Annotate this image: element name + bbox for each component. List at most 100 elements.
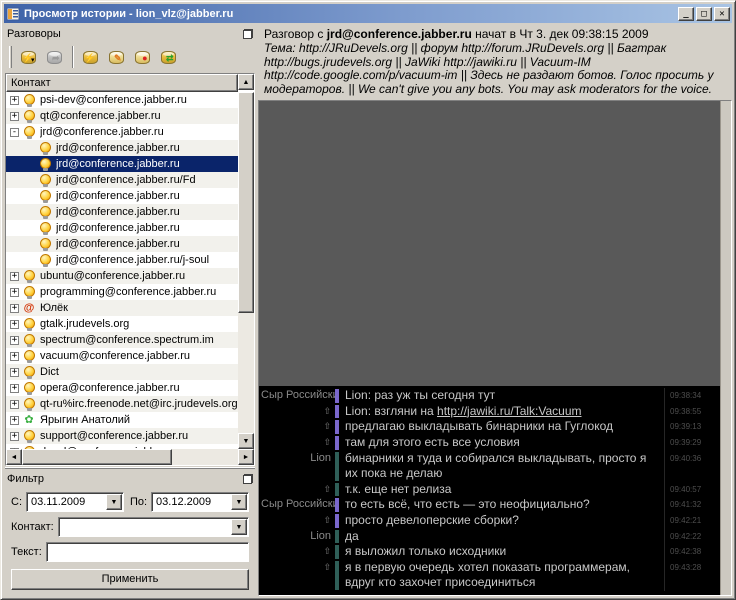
tree-row[interactable]: jrd@conference.jabber.ru	[6, 140, 238, 156]
expander-icon[interactable]: +	[10, 272, 19, 281]
expander-icon[interactable]: +	[10, 336, 19, 345]
tree-row[interactable]: + ✿ Ярыгин Анатолий	[6, 412, 238, 428]
message-nick: ⇧	[259, 435, 335, 451]
date-from-combobox[interactable]: 03.11.2009 ▼	[26, 492, 124, 512]
expander-icon[interactable]: -	[10, 128, 19, 137]
scrollbar-thumb[interactable]	[22, 449, 172, 465]
tree-row[interactable]: jrd@conference.jabber.ru	[6, 236, 238, 252]
message-timestamp: 09:42:22	[664, 529, 720, 545]
toolbar-separator	[72, 46, 74, 68]
tree-row[interactable]: + vacuum@conference.jabber.ru	[6, 348, 238, 364]
bulb-icon	[23, 430, 35, 443]
scroll-up-button[interactable]: ▲	[238, 74, 254, 90]
contact-filter-combobox[interactable]: ▼	[58, 517, 249, 537]
save-history-button-disabled[interactable]: ➦	[42, 45, 66, 69]
scrollbar-thumb[interactable]	[238, 92, 254, 313]
expander-icon[interactable]: +	[10, 368, 19, 377]
titlebar[interactable]: Просмотр истории - lion_vlz@jabber.ru _ …	[4, 4, 732, 23]
message-text: Lion: взгляни на http://jawiki.ru/Talk:V…	[339, 404, 664, 420]
tree-row[interactable]: jrd@conference.jabber.ru	[6, 204, 238, 220]
remove-history-button[interactable]: ●	[130, 45, 154, 69]
tree-row[interactable]: + spectrum@conference.spectrum.im	[6, 332, 238, 348]
tree-vertical-scrollbar[interactable]: ▼	[238, 92, 254, 449]
date-to-label: По:	[130, 496, 147, 508]
tree-row[interactable]: + gtalk.jrudevels.org	[6, 316, 238, 332]
message-text: там для этого есть все условия	[339, 435, 664, 451]
tree-row[interactable]: jrd@conference.jabber.ru	[6, 220, 238, 236]
expander-icon[interactable]: +	[10, 96, 19, 105]
scroll-left-button[interactable]: ◄	[6, 449, 22, 465]
continuation-icon: ⇧	[323, 437, 331, 447]
chevron-down-icon[interactable]: ▼	[106, 494, 122, 510]
message-nick: ⇧	[259, 513, 335, 529]
load-history-menu-button[interactable]: ⚡▾	[16, 45, 40, 69]
expander-icon[interactable]: +	[10, 112, 19, 121]
message-row: ⇧ т.к. еще нет релиза 09:40:57	[259, 482, 720, 498]
tree-column-header-contact[interactable]: Контакт	[6, 74, 238, 92]
tree-row[interactable]: jrd@conference.jabber.ru	[6, 156, 238, 172]
message-timestamp: 09:38:34	[664, 388, 720, 404]
expander-icon[interactable]: +	[10, 400, 19, 409]
expander-icon[interactable]: +	[10, 416, 19, 425]
minimize-button[interactable]: _	[678, 7, 694, 21]
scroll-right-button[interactable]: ►	[238, 449, 254, 465]
tree-row[interactable]: - jrd@conference.jabber.ru	[6, 124, 238, 140]
tree-row[interactable]: jrd@conference.jabber.ru/Fd	[6, 172, 238, 188]
float-panel-icon[interactable]	[243, 29, 253, 39]
window-title: Просмотр истории - lion_vlz@jabber.ru	[24, 8, 678, 20]
message-timestamp: 09:40:57	[664, 482, 720, 498]
tree-row[interactable]: + qt-ru%irc.freenode.net@irc.jrudevels.o…	[6, 396, 238, 412]
filter-panel: Фильтр С: 03.11.2009 ▼ По: 03.12.2009 ▼	[5, 468, 255, 596]
expander-icon[interactable]: +	[10, 384, 19, 393]
expander-icon[interactable]: +	[10, 304, 19, 313]
chat-history-view: Сыр Российский Lion: раз уж ты сегодня т…	[258, 100, 732, 596]
chat-vertical-scrollbar[interactable]	[720, 101, 731, 595]
text-filter-input[interactable]	[46, 542, 249, 562]
close-button[interactable]: ✕	[714, 7, 730, 21]
chevron-down-icon[interactable]: ▼	[231, 494, 247, 510]
tree-row[interactable]: + qt@conference.jabber.ru	[6, 108, 238, 124]
edit-history-button[interactable]: ✎	[104, 45, 128, 69]
expander-icon[interactable]: +	[10, 432, 19, 441]
tree-row[interactable]: + opera@conference.jabber.ru	[6, 380, 238, 396]
reload-history-button[interactable]: ⇄	[156, 45, 180, 69]
date-to-combobox[interactable]: 03.12.2009 ▼	[151, 492, 249, 512]
tree-row-label: jrd@conference.jabber.ru	[56, 222, 180, 234]
message-link[interactable]: http://jawiki.ru/Talk:Vacuum	[437, 404, 582, 418]
tree-row[interactable]: jrd@conference.jabber.ru	[6, 188, 238, 204]
bulb-icon	[23, 318, 35, 331]
tree-row[interactable]: + ubuntu@conference.jabber.ru	[6, 268, 238, 284]
left-sidebar: Разговоры ⚡▾ ➦ ⚡ ✎ ● ⇄ Контакт ▲	[4, 24, 257, 596]
message-nick: ⇧	[259, 419, 335, 435]
tree-row[interactable]: + @ Юлёк	[6, 300, 238, 316]
conversations-panel-header: Разговоры	[5, 24, 255, 42]
expander-icon[interactable]: +	[10, 320, 19, 329]
tree-row[interactable]: + support@conference.jabber.ru	[6, 428, 238, 444]
load-history-icon: ⚡	[83, 51, 98, 64]
filter-panel-header: Фильтр	[5, 469, 255, 487]
toolbar-drag-handle[interactable]	[9, 46, 12, 68]
message-row: ⇧ я выложил только исходники 09:42:38	[259, 544, 720, 560]
message-nick: Lion	[259, 451, 335, 482]
apply-button[interactable]: Применить	[11, 569, 249, 590]
tree-row[interactable]: + psi-dev@conference.jabber.ru	[6, 92, 238, 108]
tree-body: + psi-dev@conference.jabber.ru + qt@conf…	[6, 92, 238, 449]
load-history-button[interactable]: ⚡	[78, 45, 102, 69]
tree-row[interactable]: + programming@conference.jabber.ru	[6, 284, 238, 300]
float-panel-icon[interactable]	[243, 474, 253, 484]
filter-panel-title: Фильтр	[7, 473, 243, 485]
flower-icon: ✿	[23, 414, 35, 427]
message-row: Сыр Российский Lion: раз уж ты сегодня т…	[259, 388, 720, 404]
chevron-down-icon[interactable]: ▼	[231, 519, 247, 535]
message-text: я выложил только исходники	[339, 544, 664, 560]
expander-icon[interactable]: +	[10, 288, 19, 297]
scroll-down-button[interactable]: ▼	[238, 433, 254, 449]
expander-icon[interactable]: +	[10, 352, 19, 361]
tree-row-label: Юлёк	[40, 302, 68, 314]
tree-row[interactable]: jrd@conference.jabber.ru/j-soul	[6, 252, 238, 268]
tree-row[interactable]: + Dict	[6, 364, 238, 380]
date-from-label: С:	[11, 496, 22, 508]
chat-header: Разговор с jrd@conference.jabber.ru нача…	[258, 24, 732, 100]
tree-horizontal-scrollbar[interactable]: ◄ ►	[6, 449, 254, 465]
maximize-button[interactable]: □	[696, 7, 712, 21]
